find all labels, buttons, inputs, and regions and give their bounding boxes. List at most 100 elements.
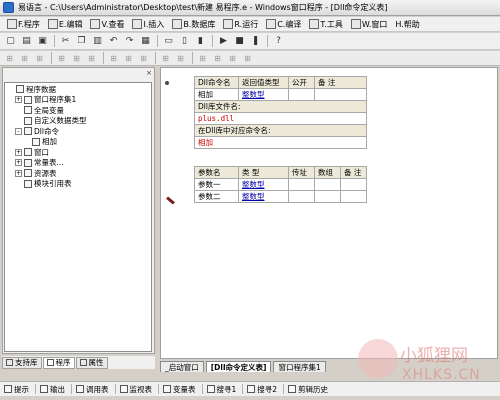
space-h-icon[interactable]: ⊞ xyxy=(159,52,172,64)
tree-item[interactable]: 自定义数据类型 xyxy=(5,116,151,127)
editor-tab[interactable]: 窗口程序集1 xyxy=(273,361,326,372)
param-note-cell[interactable] xyxy=(340,190,367,203)
param-type-link[interactable]: 整数型 xyxy=(242,180,265,189)
align-top-icon[interactable]: ⊞ xyxy=(55,52,68,64)
dll-definition-editor[interactable]: Dll命令名 返回值类型 公开 备 注 相加 整数型 Dll库文件名: plus… xyxy=(160,67,498,359)
same-size-icon[interactable]: ⊞ xyxy=(137,52,150,64)
public-cell[interactable] xyxy=(288,88,315,101)
panel-close-icon[interactable]: × xyxy=(146,69,152,77)
panel-tab[interactable]: 支持库 xyxy=(2,356,42,369)
tree-item[interactable]: + 窗口 xyxy=(5,147,151,158)
bottom-tool-button[interactable]: 剪辑历史 xyxy=(288,384,328,395)
menu-item[interactable]: E.编辑 xyxy=(44,19,87,30)
func-name-string[interactable]: 相加 xyxy=(198,138,213,147)
same-height-icon[interactable]: ⊞ xyxy=(122,52,135,64)
run-icon[interactable]: ▶ xyxy=(216,34,231,48)
menu-item[interactable]: F.程序 xyxy=(3,19,44,30)
col-header-public: 公开 xyxy=(288,76,315,89)
param-byref-cell[interactable] xyxy=(288,190,315,203)
same-width-icon[interactable]: ⊞ xyxy=(107,52,120,64)
menu-item[interactable]: I.插入 xyxy=(128,19,168,30)
collapse-icon[interactable]: - xyxy=(15,127,22,135)
menu-item[interactable]: B.数据库 xyxy=(168,19,219,30)
param-type-link[interactable]: 整数型 xyxy=(242,192,265,201)
tree-item[interactable]: + 资源表 xyxy=(5,168,151,179)
expand-icon[interactable]: + xyxy=(15,159,22,167)
help-icon[interactable]: ? xyxy=(271,34,286,48)
debug-step-icon[interactable]: ❚ xyxy=(248,34,263,48)
bottom-tool-button[interactable]: 监视表 xyxy=(119,384,152,395)
lib-file-string[interactable]: plus.dll xyxy=(198,114,234,123)
variable-icon xyxy=(163,385,171,393)
menu-item[interactable]: T.工具 xyxy=(305,19,346,30)
bottom-tool-button[interactable]: 变量表 xyxy=(163,384,196,395)
bottom-tool-button[interactable]: 调用表 xyxy=(76,384,109,395)
param-type-cell[interactable]: 整数型 xyxy=(238,178,289,191)
bottom-tool-button[interactable]: 输出 xyxy=(40,384,65,395)
dll-name-cell[interactable]: 相加 xyxy=(194,88,239,101)
menu-label: I.插入 xyxy=(143,19,165,29)
col-header-param-name: 参数名 xyxy=(194,166,239,179)
find-icon[interactable]: ▦ xyxy=(138,34,153,48)
grid-icon[interactable]: ⊞ xyxy=(226,52,239,64)
copy-icon[interactable]: ❐ xyxy=(74,34,89,48)
panel-tab[interactable]: 属性 xyxy=(75,356,108,369)
bottom-tool-button[interactable]: 搜寻1 xyxy=(206,384,236,395)
panel-tab[interactable]: 程序 xyxy=(42,356,75,369)
tree-item[interactable]: 相加 xyxy=(5,137,151,148)
menu-item[interactable]: H.帮助 xyxy=(391,19,423,30)
center-v-icon[interactable]: ⊞ xyxy=(211,52,224,64)
align-bottom-icon[interactable]: ⊞ xyxy=(85,52,98,64)
func-name-value[interactable]: 相加 xyxy=(194,136,367,149)
paste-icon[interactable]: ▥ xyxy=(90,34,105,48)
lib-file-value[interactable]: plus.dll xyxy=(194,112,367,125)
param-note-cell[interactable] xyxy=(340,178,367,191)
menu-item[interactable]: W.窗口 xyxy=(347,19,392,30)
param-name-cell[interactable]: 参数一 xyxy=(194,178,239,191)
param-array-cell[interactable] xyxy=(314,178,341,191)
param-array-cell[interactable] xyxy=(314,190,341,203)
expand-icon[interactable]: + xyxy=(15,169,22,177)
align-right-icon[interactable]: ⊞ xyxy=(33,52,46,64)
editor-tab[interactable]: _启动窗口 xyxy=(160,361,204,372)
align-middle-icon[interactable]: ⊞ xyxy=(70,52,83,64)
bottom-tool-button[interactable]: 搜寻2 xyxy=(247,384,277,395)
panel-tab-label: 程序 xyxy=(55,358,71,367)
tree-item[interactable]: 全局变量 xyxy=(5,105,151,116)
space-v-icon[interactable]: ⊞ xyxy=(174,52,187,64)
tree-item[interactable]: 模块引用表 xyxy=(5,179,151,190)
param-type-cell[interactable]: 整数型 xyxy=(238,190,289,203)
return-type-cell[interactable]: 整数型 xyxy=(238,88,289,101)
bottom-tool-button[interactable]: 提示 xyxy=(4,384,29,395)
tree-item[interactable]: 程序数据 xyxy=(5,84,151,95)
lock-icon[interactable]: ⊞ xyxy=(241,52,254,64)
align-center-icon[interactable]: ⊞ xyxy=(18,52,31,64)
param-name-cell[interactable]: 参数二 xyxy=(194,190,239,203)
window-layout-1-icon[interactable]: ▭ xyxy=(161,34,176,48)
open-folder-icon[interactable]: ▤ xyxy=(19,34,34,48)
menu-item[interactable]: V.查看 xyxy=(86,19,128,30)
tree-item[interactable]: + 常量表... xyxy=(5,158,151,169)
redo-icon[interactable]: ↷ xyxy=(122,34,137,48)
window-layout-2-icon[interactable]: ▯ xyxy=(177,34,192,48)
param-byref-cell[interactable] xyxy=(288,178,315,191)
note-cell[interactable] xyxy=(314,88,367,101)
search2-icon xyxy=(247,385,256,393)
window-layout-3-icon[interactable]: ▮ xyxy=(193,34,208,48)
expand-icon[interactable]: + xyxy=(15,148,22,156)
custom-type-icon xyxy=(24,116,32,125)
menu-item[interactable]: C.编译 xyxy=(262,19,305,30)
align-left-icon[interactable]: ⊞ xyxy=(3,52,16,64)
cut-icon[interactable]: ✂ xyxy=(58,34,73,48)
return-type-link[interactable]: 整数型 xyxy=(242,90,265,99)
center-h-icon[interactable]: ⊞ xyxy=(196,52,209,64)
undo-icon[interactable]: ↶ xyxy=(106,34,121,48)
tree-item[interactable]: + 窗口程序集1 xyxy=(5,95,151,106)
stop-icon[interactable]: ■ xyxy=(232,34,247,48)
save-icon[interactable]: ▣ xyxy=(35,34,50,48)
menu-item[interactable]: R.运行 xyxy=(219,19,262,30)
new-file-icon[interactable]: ▢ xyxy=(3,34,18,48)
tree-item[interactable]: - Dll命令 xyxy=(5,126,151,137)
expand-icon[interactable]: + xyxy=(15,96,22,104)
editor-tab[interactable]: [Dll命令定义表] xyxy=(205,361,272,372)
